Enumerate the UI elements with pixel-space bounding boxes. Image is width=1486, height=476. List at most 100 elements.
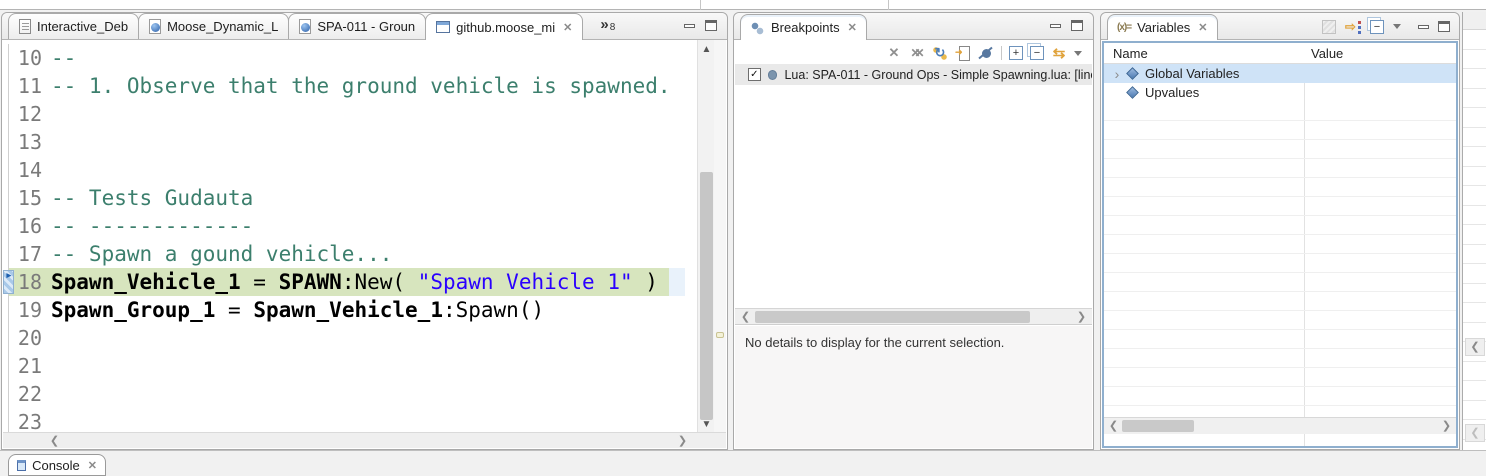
token-global: Spawn_Vehicle_1: [51, 270, 241, 294]
maximize-icon[interactable]: [1071, 20, 1083, 31]
variable-row[interactable]: ›Global Variables: [1104, 64, 1456, 83]
code-line[interactable]: 16-- -------------: [3, 212, 726, 240]
scroll-up-icon[interactable]: ▲: [698, 42, 715, 57]
tab-spa-011-groun[interactable]: SPA-011 - Groun: [288, 13, 426, 39]
overview-ruler[interactable]: [714, 40, 726, 434]
tab-overflow-chevron[interactable]: »8: [600, 16, 615, 33]
variables-horizontal-scrollbar[interactable]: ❮ ❯: [1104, 417, 1456, 434]
scroll-right-icon[interactable]: ❯: [1074, 310, 1089, 324]
show-supported-breakpoints-icon[interactable]: [932, 45, 948, 61]
maximize-icon[interactable]: [1438, 21, 1450, 32]
editor-panel: Interactive_DebMoose_Dynamic_LSPA-011 - …: [1, 12, 728, 450]
partial-table-row: [1463, 69, 1486, 89]
breakpoints-horizontal-scrollbar[interactable]: ❮ ❯: [735, 308, 1092, 325]
line-number[interactable]: 15: [9, 186, 51, 210]
bottom-trim: Console ✕: [0, 450, 1486, 469]
expand-all-icon[interactable]: [1009, 46, 1023, 60]
scrollbar-thumb[interactable]: [700, 172, 713, 420]
line-number[interactable]: 20: [9, 326, 51, 350]
line-number[interactable]: 19: [9, 298, 51, 322]
column-header-value[interactable]: Value: [1304, 43, 1343, 63]
line-number[interactable]: 16: [9, 214, 51, 238]
line-number[interactable]: 10: [9, 46, 51, 70]
tab-moose-dynamic-l[interactable]: Moose_Dynamic_L: [138, 13, 289, 39]
editor-vertical-scrollbar[interactable]: ▲ ▼: [697, 40, 714, 434]
close-icon[interactable]: ✕: [563, 21, 572, 34]
line-number[interactable]: 13: [9, 130, 51, 154]
minimize-icon[interactable]: [684, 24, 695, 28]
code-line[interactable]: 23: [3, 408, 726, 434]
line-number[interactable]: 14: [9, 158, 51, 182]
code-line[interactable]: 14: [3, 156, 726, 184]
tab-github-moose-mi[interactable]: github.moose_mi✕: [425, 13, 583, 40]
line-number[interactable]: 17: [9, 242, 51, 266]
breakpoints-toolbar: [735, 42, 1092, 64]
overview-annotation-marker[interactable]: [716, 332, 724, 338]
skip-all-breakpoints-icon[interactable]: [978, 45, 994, 61]
scrollbar-thumb[interactable]: [755, 311, 1030, 323]
tab-console[interactable]: Console ✕: [8, 454, 106, 476]
empty-table-row: [1104, 216, 1456, 235]
close-icon[interactable]: ✕: [848, 21, 857, 34]
empty-table-row: [1104, 349, 1456, 368]
remove-breakpoint-icon[interactable]: [886, 45, 902, 61]
code-line[interactable]: 21: [3, 352, 726, 380]
close-icon[interactable]: ✕: [1198, 21, 1207, 34]
line-number[interactable]: 22: [9, 382, 51, 406]
top-toolbar-strip: [0, 0, 1486, 10]
code-line[interactable]: 15-- Tests Gudauta: [3, 184, 726, 212]
maximize-icon[interactable]: [705, 20, 717, 31]
show-type-names-disabled-icon[interactable]: [1322, 20, 1336, 34]
tab-interactive-deb[interactable]: Interactive_Deb: [8, 13, 139, 39]
partial-table-row: [1463, 362, 1486, 382]
code-line[interactable]: 22: [3, 380, 726, 408]
close-icon[interactable]: ✕: [88, 459, 97, 472]
code-line[interactable]: 10--: [3, 44, 726, 72]
code-line[interactable]: 20: [3, 324, 726, 352]
remove-all-breakpoints-icon[interactable]: [909, 45, 925, 61]
code-line[interactable]: 12: [3, 100, 726, 128]
scroll-left-icon[interactable]: ❮: [47, 434, 62, 448]
view-menu-icon[interactable]: [1074, 51, 1082, 56]
scroll-right-icon[interactable]: ❯: [675, 434, 690, 448]
code-line[interactable]: 19Spawn_Group_1 = Spawn_Vehicle_1:Spawn(…: [3, 296, 726, 324]
link-with-debug-view-icon[interactable]: [1051, 45, 1067, 61]
show-logical-structure-icon[interactable]: [1345, 19, 1361, 35]
scroll-left-icon[interactable]: ❮: [738, 310, 753, 324]
variable-row[interactable]: ›Upvalues: [1104, 83, 1456, 102]
view-menu-icon[interactable]: [1393, 24, 1401, 29]
tab-variables[interactable]: (x)= Variables ✕: [1107, 14, 1218, 40]
line-number[interactable]: 12: [9, 102, 51, 126]
scroll-right-icon[interactable]: ❯: [1439, 419, 1454, 433]
scrollbar-thumb[interactable]: [1122, 420, 1194, 432]
expand-chevron-icon[interactable]: ›: [1110, 66, 1124, 82]
scroll-left-icon[interactable]: ❮: [1465, 424, 1485, 442]
breakpoints-tab-bar: Breakpoints ✕: [734, 13, 1093, 40]
token-global: Spawn_Group_1: [51, 298, 215, 322]
breakpoint-checkbox[interactable]: ✓: [748, 68, 761, 81]
line-number[interactable]: 23: [9, 410, 51, 434]
minimize-icon[interactable]: [1050, 24, 1061, 28]
tab-breakpoints[interactable]: Breakpoints ✕: [740, 14, 867, 40]
scroll-down-icon[interactable]: ▼: [698, 417, 715, 432]
editor-horizontal-scrollbar[interactable]: ❮ ❯: [3, 432, 726, 448]
breakpoint-dot-icon: [768, 70, 778, 80]
code-line[interactable]: 13: [3, 128, 726, 156]
scroll-left-icon[interactable]: ❮: [1465, 338, 1485, 356]
code-line[interactable]: 17-- Spawn a gound vehicle...: [3, 240, 726, 268]
line-number[interactable]: 21: [9, 354, 51, 378]
code-line[interactable]: 18Spawn_Vehicle_1 = SPAWN:New( "Spawn Ve…: [3, 268, 726, 296]
collapse-all-icon[interactable]: [1370, 20, 1384, 34]
goto-file-for-breakpoint-icon[interactable]: [955, 45, 971, 61]
minimize-icon[interactable]: [1418, 25, 1429, 29]
code-editor[interactable]: 10--11-- 1. Observe that the ground vehi…: [3, 40, 726, 434]
partial-table-row: [1463, 186, 1486, 206]
collapse-all-icon[interactable]: [1030, 46, 1044, 60]
breakpoint-row[interactable]: ✓ Lua: SPA-011 - Ground Ops - Simple Spa…: [735, 64, 1092, 85]
column-header-name[interactable]: Name: [1104, 43, 1304, 63]
code-line[interactable]: 11-- 1. Observe that the ground vehicle …: [3, 72, 726, 100]
line-number[interactable]: 11: [9, 74, 51, 98]
line-number[interactable]: 18: [9, 270, 51, 294]
scroll-left-icon[interactable]: ❮: [1106, 419, 1121, 433]
breakpoints-list[interactable]: ✓ Lua: SPA-011 - Ground Ops - Simple Spa…: [735, 64, 1092, 308]
